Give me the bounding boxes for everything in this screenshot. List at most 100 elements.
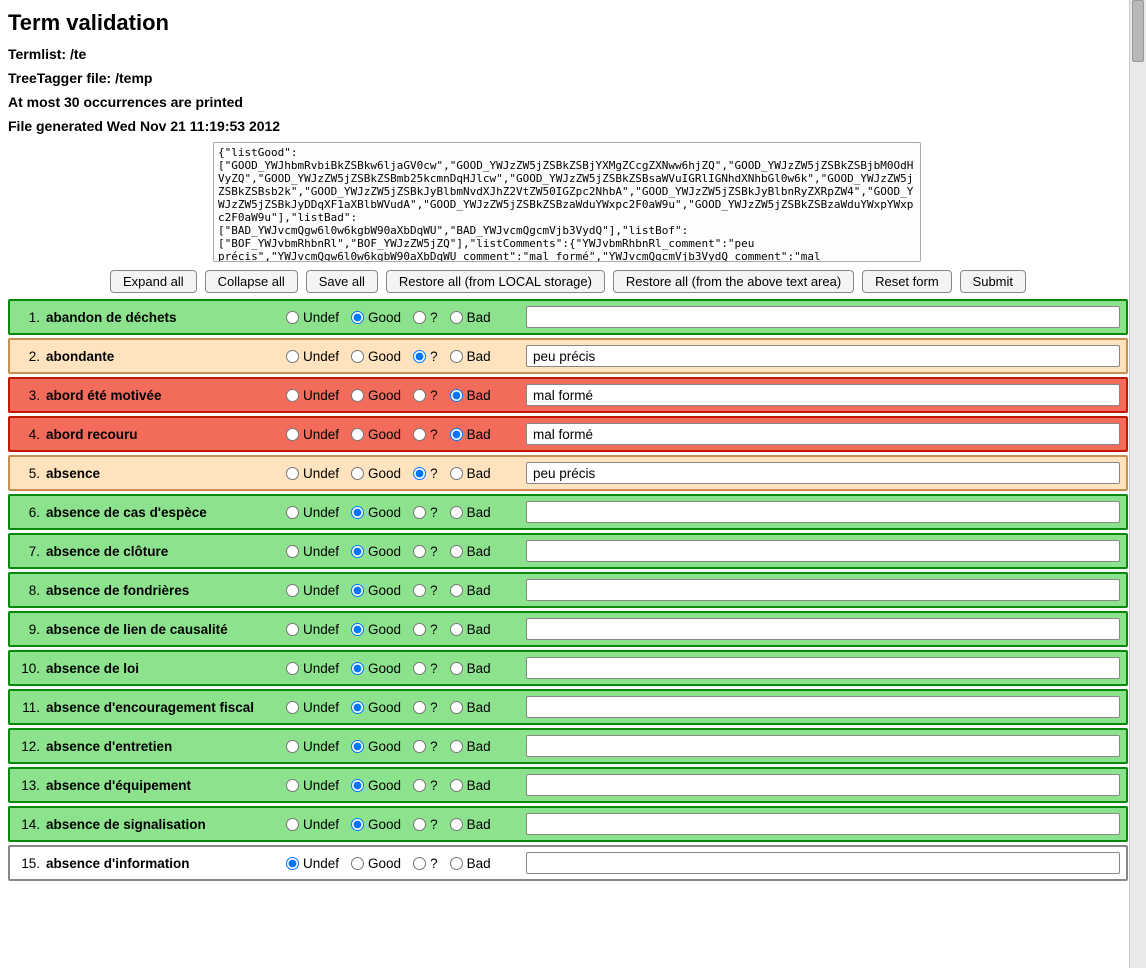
radio-bad[interactable]: Bad	[450, 622, 491, 637]
radio-bad-input[interactable]	[450, 350, 463, 363]
radio-bad[interactable]: Bad	[450, 544, 491, 559]
radio-bof[interactable]: ?	[413, 544, 438, 559]
radio-bof[interactable]: ?	[413, 427, 438, 442]
radio-undef-input[interactable]	[286, 818, 299, 831]
radio-undef-input[interactable]	[286, 506, 299, 519]
radio-bad[interactable]: Bad	[450, 661, 491, 676]
radio-bad-input[interactable]	[450, 584, 463, 597]
radio-bof[interactable]: ?	[413, 739, 438, 754]
radio-bof-input[interactable]	[413, 662, 426, 675]
comment-input[interactable]	[526, 462, 1120, 484]
radio-undef[interactable]: Undef	[286, 739, 339, 754]
expand-all-button[interactable]: Expand all	[110, 270, 197, 293]
vertical-scrollbar-thumb[interactable]	[1132, 0, 1144, 62]
comment-input[interactable]	[526, 423, 1120, 445]
radio-good-input[interactable]	[351, 584, 364, 597]
radio-undef-input[interactable]	[286, 584, 299, 597]
radio-undef[interactable]: Undef	[286, 388, 339, 403]
radio-good[interactable]: Good	[351, 817, 401, 832]
radio-bof[interactable]: ?	[413, 856, 438, 871]
json-dump-textarea[interactable]	[213, 142, 921, 262]
comment-input[interactable]	[526, 618, 1120, 640]
radio-bof[interactable]: ?	[413, 661, 438, 676]
radio-bad-input[interactable]	[450, 428, 463, 441]
radio-good-input[interactable]	[351, 389, 364, 402]
radio-bof[interactable]: ?	[413, 700, 438, 715]
comment-input[interactable]	[526, 735, 1120, 757]
radio-good-input[interactable]	[351, 779, 364, 792]
radio-bad[interactable]: Bad	[450, 349, 491, 364]
radio-undef-input[interactable]	[286, 545, 299, 558]
radio-bof[interactable]: ?	[413, 505, 438, 520]
comment-input[interactable]	[526, 696, 1120, 718]
radio-bof[interactable]: ?	[413, 310, 438, 325]
restore-textarea-button[interactable]: Restore all (from the above text area)	[613, 270, 854, 293]
radio-undef-input[interactable]	[286, 701, 299, 714]
radio-undef[interactable]: Undef	[286, 856, 339, 871]
radio-bad[interactable]: Bad	[450, 817, 491, 832]
radio-bof-input[interactable]	[413, 389, 426, 402]
radio-good[interactable]: Good	[351, 583, 401, 598]
radio-bof[interactable]: ?	[413, 466, 438, 481]
radio-bad[interactable]: Bad	[450, 856, 491, 871]
radio-undef[interactable]: Undef	[286, 349, 339, 364]
comment-input[interactable]	[526, 540, 1120, 562]
radio-bad-input[interactable]	[450, 779, 463, 792]
radio-good[interactable]: Good	[351, 544, 401, 559]
radio-bad[interactable]: Bad	[450, 700, 491, 715]
radio-undef[interactable]: Undef	[286, 544, 339, 559]
radio-bof-input[interactable]	[413, 701, 426, 714]
radio-good[interactable]: Good	[351, 505, 401, 520]
radio-bof-input[interactable]	[413, 428, 426, 441]
radio-bad-input[interactable]	[450, 818, 463, 831]
radio-good[interactable]: Good	[351, 310, 401, 325]
radio-bad[interactable]: Bad	[450, 739, 491, 754]
radio-good-input[interactable]	[351, 428, 364, 441]
radio-undef[interactable]: Undef	[286, 427, 339, 442]
radio-good-input[interactable]	[351, 467, 364, 480]
radio-bof-input[interactable]	[413, 818, 426, 831]
radio-good[interactable]: Good	[351, 856, 401, 871]
radio-good-input[interactable]	[351, 350, 364, 363]
radio-good-input[interactable]	[351, 311, 364, 324]
restore-local-button[interactable]: Restore all (from LOCAL storage)	[386, 270, 605, 293]
radio-undef-input[interactable]	[286, 311, 299, 324]
radio-bof[interactable]: ?	[413, 388, 438, 403]
radio-bad[interactable]: Bad	[450, 388, 491, 403]
radio-undef[interactable]: Undef	[286, 622, 339, 637]
radio-bof[interactable]: ?	[413, 778, 438, 793]
radio-bof-input[interactable]	[413, 545, 426, 558]
comment-input[interactable]	[526, 774, 1120, 796]
radio-undef[interactable]: Undef	[286, 700, 339, 715]
radio-bof[interactable]: ?	[413, 622, 438, 637]
comment-input[interactable]	[526, 501, 1120, 523]
radio-bof[interactable]: ?	[413, 583, 438, 598]
radio-good-input[interactable]	[351, 506, 364, 519]
radio-good-input[interactable]	[351, 818, 364, 831]
radio-bad-input[interactable]	[450, 311, 463, 324]
radio-bad-input[interactable]	[450, 662, 463, 675]
radio-bad[interactable]: Bad	[450, 778, 491, 793]
comment-input[interactable]	[526, 852, 1120, 874]
comment-input[interactable]	[526, 813, 1120, 835]
radio-good[interactable]: Good	[351, 661, 401, 676]
radio-good[interactable]: Good	[351, 622, 401, 637]
comment-input[interactable]	[526, 384, 1120, 406]
radio-undef-input[interactable]	[286, 740, 299, 753]
radio-good-input[interactable]	[351, 701, 364, 714]
comment-input[interactable]	[526, 306, 1120, 328]
comment-input[interactable]	[526, 579, 1120, 601]
radio-bof[interactable]: ?	[413, 817, 438, 832]
radio-bad-input[interactable]	[450, 467, 463, 480]
radio-good-input[interactable]	[351, 740, 364, 753]
radio-undef[interactable]: Undef	[286, 661, 339, 676]
radio-bad-input[interactable]	[450, 623, 463, 636]
radio-undef[interactable]: Undef	[286, 505, 339, 520]
radio-bad[interactable]: Bad	[450, 583, 491, 598]
radio-undef-input[interactable]	[286, 623, 299, 636]
collapse-all-button[interactable]: Collapse all	[205, 270, 298, 293]
radio-undef-input[interactable]	[286, 350, 299, 363]
radio-bad-input[interactable]	[450, 740, 463, 753]
comment-input[interactable]	[526, 657, 1120, 679]
save-all-button[interactable]: Save all	[306, 270, 378, 293]
